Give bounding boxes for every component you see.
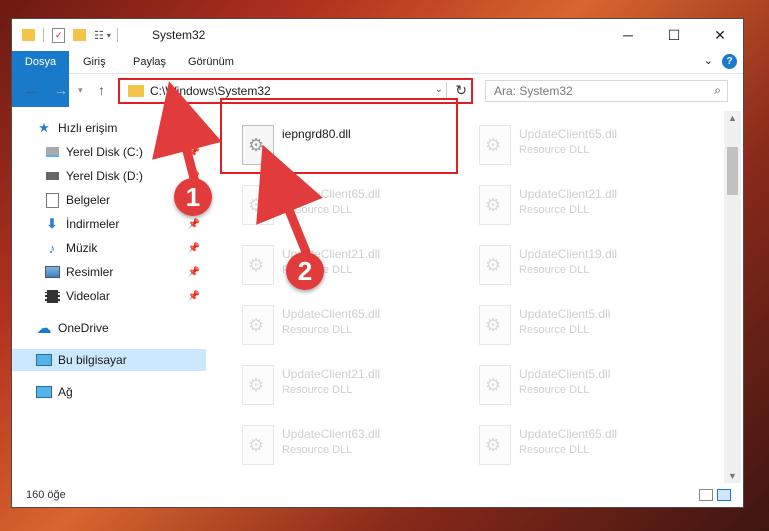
arrow-to-address-bar [152, 81, 222, 191]
step-badge-1: 1 [174, 178, 212, 216]
step-badge-2: 2 [286, 252, 324, 290]
annotation-arrows [152, 81, 323, 257]
arrow-to-file [256, 144, 323, 257]
